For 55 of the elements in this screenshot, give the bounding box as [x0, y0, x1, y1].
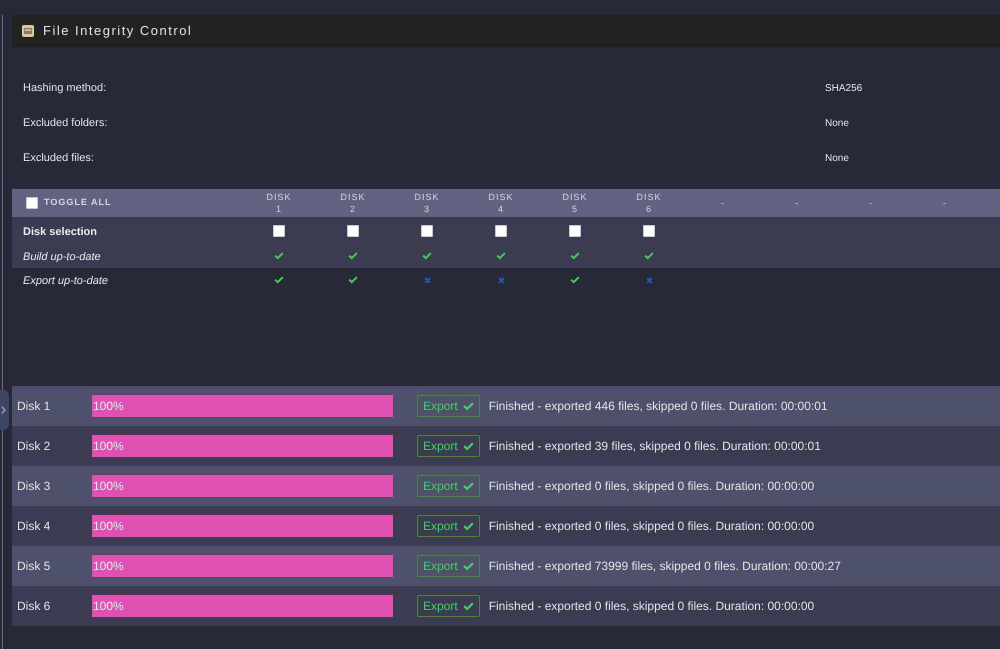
disk-label: Disk 5 — [17, 559, 50, 573]
export-button[interactable]: Export — [417, 515, 480, 537]
disk-checkbox[interactable] — [569, 224, 581, 236]
setting-label: Excluded files: — [23, 151, 95, 166]
window-title: File Integrity Control — [43, 22, 192, 40]
export-status: Finished - exported 0 files, skipped 0 files. Duration: 00:00:00 — [488, 478, 814, 495]
export-button[interactable]: Export — [417, 395, 480, 417]
progress-label: 100% — [93, 438, 124, 454]
progress-label: 100% — [93, 478, 124, 494]
disk-label: Disk 1 — [17, 399, 50, 413]
disk-label: Disk 3 — [17, 479, 50, 493]
column-header: - — [869, 197, 873, 209]
chevron-right-icon — [1, 406, 6, 414]
toggle-all-label: TOGGLE ALL — [44, 196, 112, 210]
disk-checkbox[interactable] — [643, 224, 655, 236]
export-button[interactable]: Export — [417, 435, 480, 457]
disk-label: Disk 4 — [17, 519, 50, 533]
disk-checkbox[interactable] — [421, 224, 433, 236]
column-header: - — [943, 197, 947, 209]
setting-value: None — [825, 152, 849, 166]
column-header: DISK 1 — [266, 191, 292, 215]
disk-label: Disk 6 — [17, 599, 50, 613]
column-header: DISK 6 — [636, 191, 662, 215]
disk-checkbox[interactable] — [347, 224, 359, 236]
row-label: Build up-to-date — [23, 251, 101, 263]
column-header: DISK 5 — [562, 191, 588, 215]
app-icon — [22, 25, 34, 37]
progress-label: 100% — [93, 398, 124, 414]
progress-label: 100% — [93, 598, 124, 614]
disk-label: Disk 2 — [17, 439, 50, 453]
export-status: Finished - exported 39 files, skipped 0 files. Duration: 00:00:01 — [488, 438, 821, 455]
disk-checkbox[interactable] — [273, 224, 285, 236]
export-status: Finished - exported 0 files, skipped 0 files. Duration: 00:00:00 — [488, 598, 814, 615]
export-status: Finished - exported 73999 files, skipped 0 files. Duration: 00:00:27 — [488, 558, 841, 575]
export-button[interactable]: Export — [417, 475, 480, 497]
column-header: DISK 2 — [340, 191, 366, 215]
toggle-all-checkbox[interactable] — [26, 197, 38, 209]
export-status: Finished - exported 446 files, skipped 0 files. Duration: 00:00:01 — [488, 398, 828, 415]
progress-label: 100% — [93, 518, 124, 534]
export-button[interactable]: Export — [417, 595, 480, 617]
setting-label: Excluded folders: — [23, 116, 108, 132]
disk-checkbox[interactable] — [495, 224, 507, 236]
setting-value: None — [825, 117, 849, 131]
setting-value: SHA256 — [825, 82, 862, 96]
column-header: DISK 4 — [488, 191, 514, 215]
row-label: Export up-to-date — [23, 275, 108, 287]
row-label: Disk selection — [23, 226, 97, 238]
setting-label: Hashing method: — [23, 81, 108, 96]
export-status: Finished - exported 0 files, skipped 0 files. Duration: 00:00:00 — [488, 518, 814, 535]
progress-label: 100% — [93, 558, 124, 574]
column-header: - — [721, 197, 725, 209]
export-button[interactable]: Export — [417, 555, 480, 577]
sidebar-toggle-button[interactable] — [0, 390, 9, 430]
column-header: - — [795, 197, 799, 209]
column-header: DISK 3 — [414, 191, 440, 215]
